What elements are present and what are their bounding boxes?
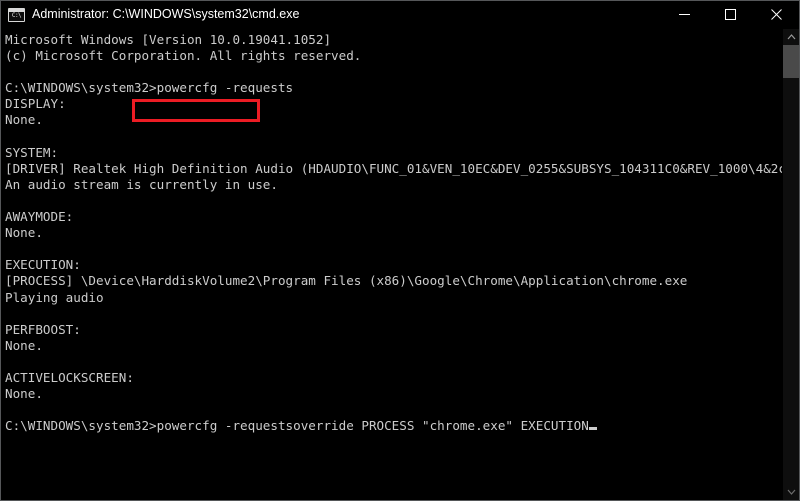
cmd-icon-label: C:\ [11, 12, 22, 19]
title-bar-left: C:\ Administrator: C:\WINDOWS\system32\c… [1, 1, 661, 28]
console-lines: Microsoft Windows [Version 10.0.19041.10… [5, 32, 782, 402]
console-text-block: Microsoft Windows [Version 10.0.19041.10… [5, 32, 782, 434]
console-area: Microsoft Windows [Version 10.0.19041.10… [1, 29, 799, 500]
scroll-down-arrow-icon [787, 489, 795, 495]
maximize-icon [724, 9, 736, 20]
console-prompt-line: C:\WINDOWS\system32>powercfg -requestsov… [5, 418, 589, 434]
minimize-button[interactable] [661, 1, 707, 28]
scrollbar-thumb[interactable] [783, 45, 799, 78]
cmd-window: C:\ Administrator: C:\WINDOWS\system32\c… [0, 0, 800, 501]
window-title: Administrator: C:\WINDOWS\system32\cmd.e… [32, 7, 300, 21]
console-output[interactable]: Microsoft Windows [Version 10.0.19041.10… [1, 29, 782, 500]
scroll-down-button[interactable] [783, 484, 799, 500]
scroll-up-button[interactable] [783, 29, 799, 45]
close-button[interactable] [753, 1, 799, 28]
window-controls [661, 1, 799, 28]
scroll-up-arrow-icon [787, 34, 795, 40]
scrollbar-track[interactable] [783, 45, 799, 484]
minimize-icon [678, 14, 690, 15]
cmd-console-icon: C:\ [8, 7, 25, 22]
vertical-scrollbar[interactable] [782, 29, 799, 500]
close-icon [770, 9, 782, 20]
maximize-button[interactable] [707, 1, 753, 28]
text-cursor [588, 427, 597, 431]
title-bar[interactable]: C:\ Administrator: C:\WINDOWS\system32\c… [1, 1, 799, 29]
